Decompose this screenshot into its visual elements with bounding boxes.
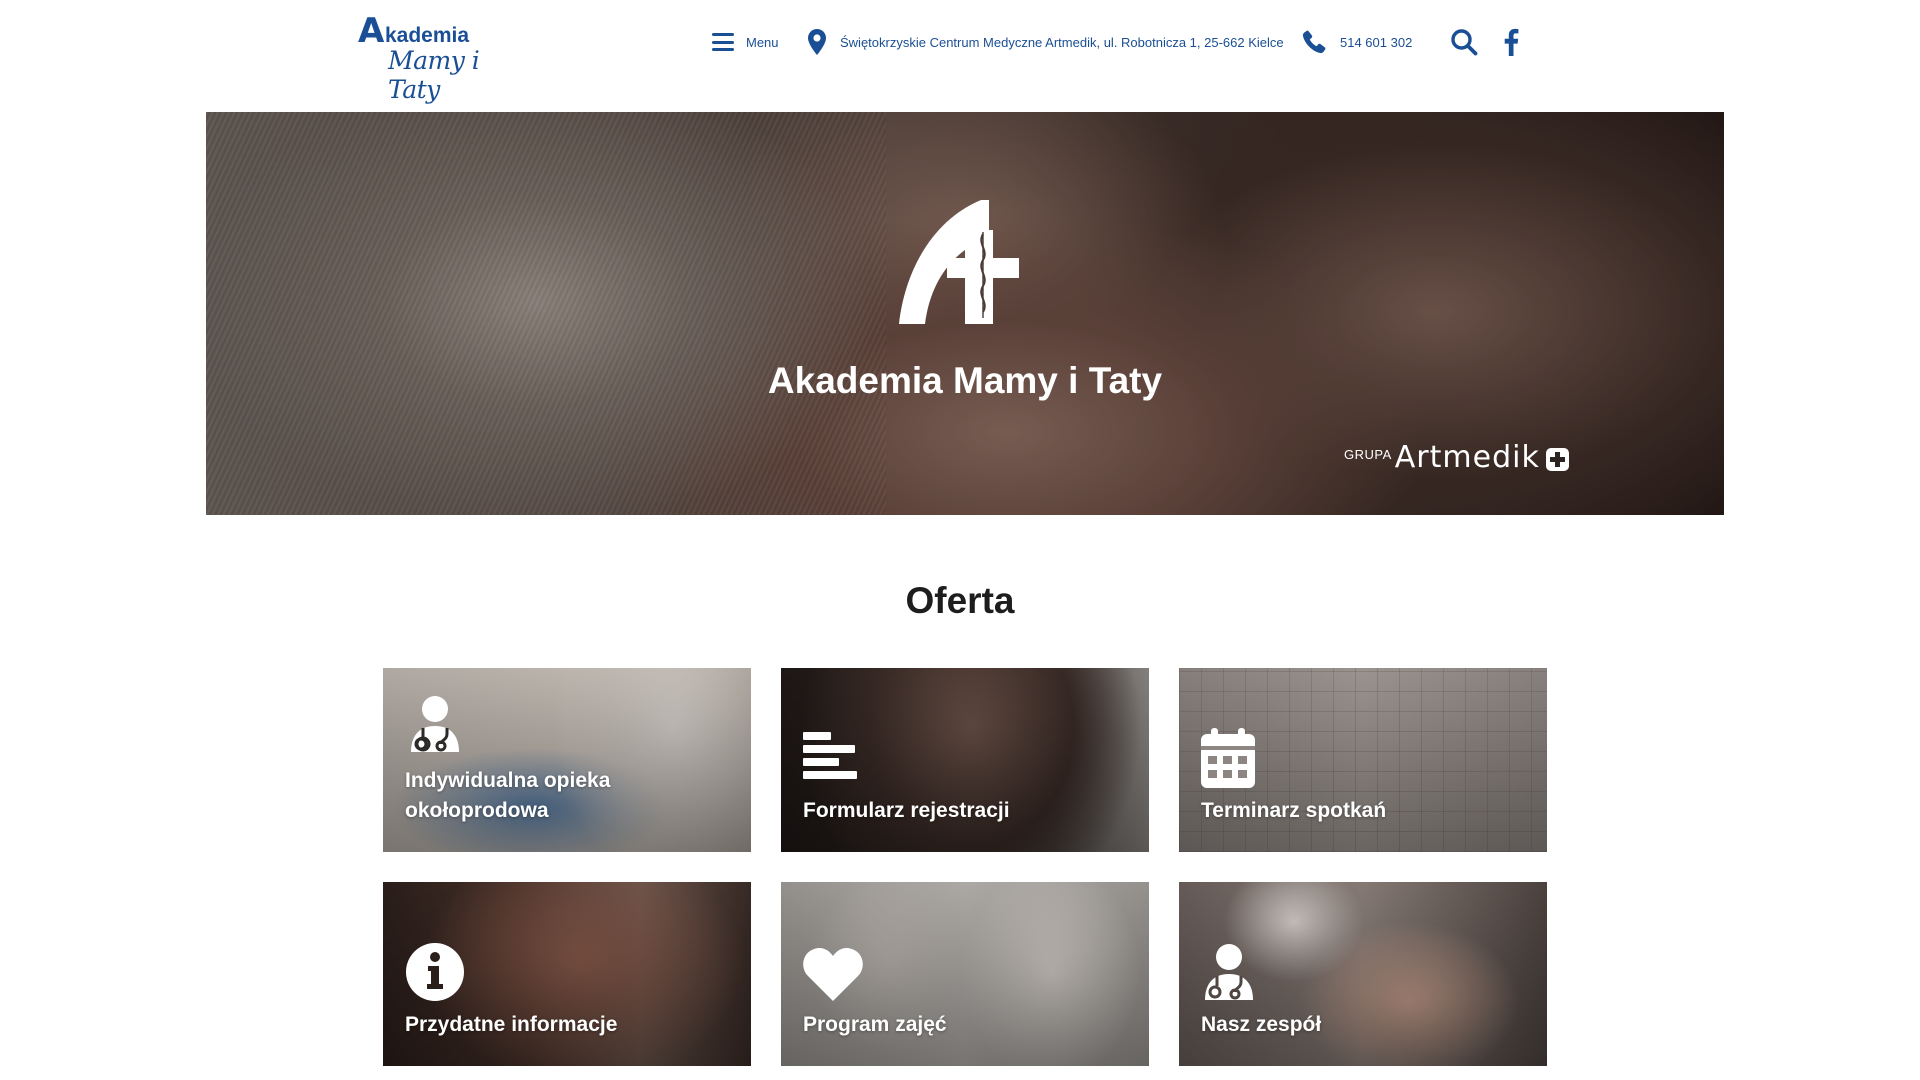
search-icon[interactable] — [1450, 28, 1478, 56]
card-label: Nasz zespół — [1201, 1013, 1322, 1036]
site-logo[interactable]: A kademia Mamy i Taty — [358, 11, 518, 104]
doctor-icon — [411, 696, 459, 752]
offer-card-class-program[interactable]: Program zajęć — [781, 882, 1149, 1066]
phone-link[interactable]: 514 601 302 — [1302, 28, 1412, 56]
phone-number: 514 601 302 — [1340, 34, 1413, 50]
menu-label: Menu — [746, 34, 779, 50]
offer-card-our-team[interactable]: Nasz zespół — [1179, 882, 1547, 1066]
offer-card-meeting-schedule[interactable]: Terminarz spotkań — [1179, 668, 1547, 852]
address-text: Świętokrzyskie Centrum Medyczne Artmedik… — [840, 34, 1284, 50]
plus-square-icon — [1545, 448, 1569, 471]
form-lines-icon — [803, 732, 857, 779]
logo-script: Mamy i Taty — [388, 46, 480, 104]
card-label: Program zajęć — [803, 1013, 947, 1036]
map-pin-icon — [808, 29, 826, 55]
hero-title: Akademia Mamy i Taty — [767, 360, 1163, 401]
card-label: Przydatne informacje — [405, 1013, 618, 1036]
brand-prefix: GRUPA — [1344, 447, 1392, 462]
offer-card-useful-info[interactable]: Przydatne informacje — [383, 882, 751, 1066]
menu-button[interactable]: Menu — [712, 28, 779, 56]
info-icon — [406, 943, 464, 1001]
doctor-icon — [1205, 944, 1253, 1000]
card-label: Formularz rejestracji — [803, 799, 1010, 822]
artmedik-brand-logo: GRUPA Artmedik — [1344, 440, 1569, 480]
phone-icon — [1302, 30, 1326, 54]
hamburger-icon — [712, 33, 734, 51]
brand-name: Artmedik — [1394, 440, 1540, 475]
offer-card-registration-form[interactable]: Formularz rejestracji — [781, 668, 1149, 852]
akademia-emblem-icon — [899, 200, 1019, 324]
card-label: Terminarz spotkań — [1201, 799, 1387, 822]
offer-card-perinatal-care[interactable]: Indywidualna opieka okołoprodowa — [383, 668, 751, 852]
card-label: Indywidualna opieka okołoprodowa — [405, 769, 611, 822]
logo-word: kademia — [385, 24, 470, 47]
logo-letter: A — [358, 11, 385, 51]
address-link[interactable]: Świętokrzyskie Centrum Medyczne Artmedik… — [808, 28, 1284, 56]
facebook-icon[interactable] — [1500, 28, 1522, 56]
section-title-oferta: Oferta — [905, 580, 1015, 621]
heart-icon — [803, 947, 863, 1001]
hero-banner: Akademia Mamy i Taty GRUPA Artmedik — [206, 112, 1724, 515]
site-header: A kademia Mamy i Taty Menu Świętokrzyski… — [0, 0, 1920, 112]
calendar-icon — [1201, 728, 1255, 788]
